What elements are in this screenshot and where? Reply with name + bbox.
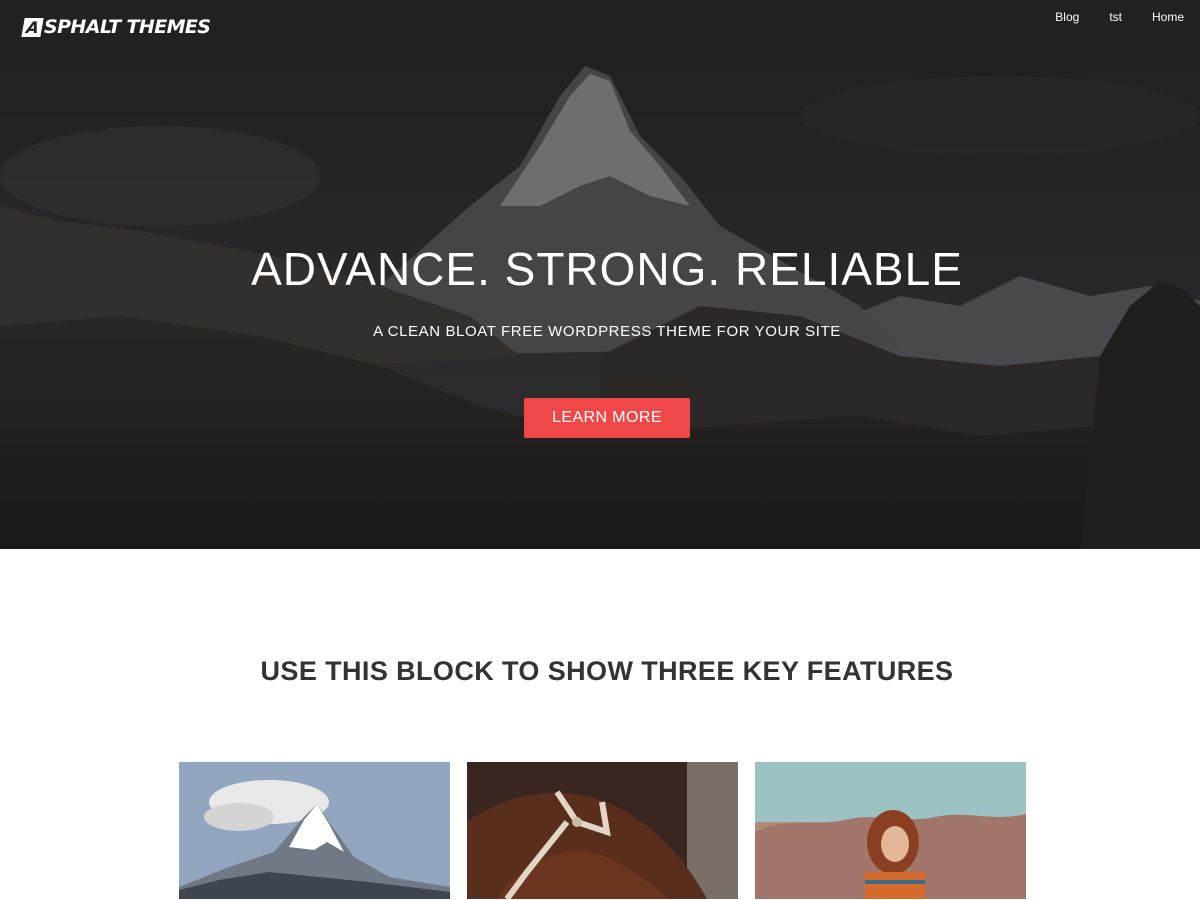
hero-section: ADVANCE. STRONG. RELIABLE A CLEAN BLOAT … — [0, 56, 1200, 549]
hero-title: ADVANCE. STRONG. RELIABLE — [251, 243, 963, 295]
woman-in-field-image — [755, 762, 1026, 899]
feature-card-3[interactable] — [755, 762, 1026, 899]
hero-subtitle: A CLEAN BLOAT FREE WORDPRESS THEME FOR Y… — [373, 323, 841, 340]
features-title: USE THIS BLOCK TO SHOW THREE KEY FEATURE… — [260, 656, 954, 686]
site-header: A SPHALT THEMES Blog tst Home — [0, 0, 1200, 56]
horse-with-halter-image — [467, 762, 738, 899]
logo-letter: A — [21, 17, 44, 37]
main-nav: Blog tst Home — [1025, 10, 1184, 24]
learn-more-button[interactable]: LEARN MORE — [524, 398, 690, 438]
nav-link-blog[interactable]: Blog — [1025, 10, 1079, 24]
logo-text: SPHALT THEMES — [44, 16, 211, 38]
nav-link-tst[interactable]: tst — [1079, 10, 1122, 24]
feature-card-1[interactable] — [179, 762, 450, 899]
site-logo[interactable]: A SPHALT THEMES — [21, 15, 211, 39]
hero-overlay — [0, 56, 1200, 549]
snowy-mountain-image — [179, 762, 450, 899]
feature-card-2[interactable] — [467, 762, 738, 899]
nav-link-home[interactable]: Home — [1122, 10, 1184, 24]
